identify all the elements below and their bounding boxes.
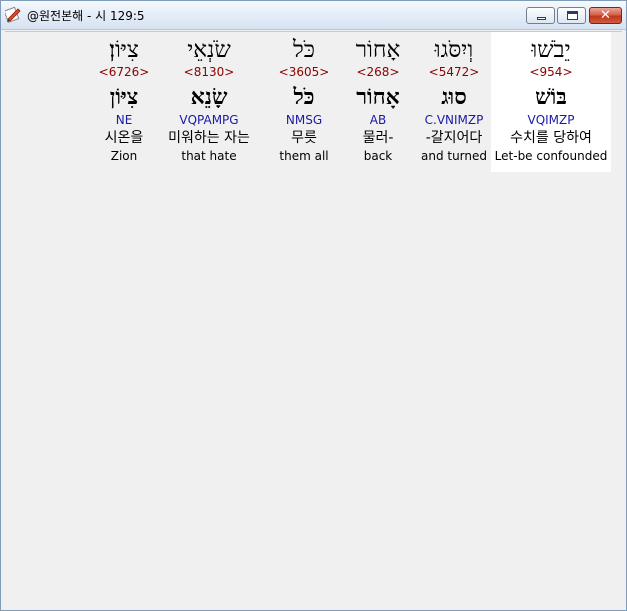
parsing-code: VQIMZP: [527, 113, 575, 127]
korean-gloss: 물러-: [362, 130, 394, 146]
close-icon: ✕: [600, 8, 611, 23]
hebrew-root: בּוֹשׁ: [535, 84, 567, 110]
window-title: @원전본해 - 시 129:5: [27, 9, 145, 23]
word-column[interactable]: שֹׂנְאֵי <8130> שָׂנֵא VQPAMPG 미워하는 자는 t…: [159, 32, 259, 172]
parsing-code: NE: [115, 113, 133, 127]
word-column[interactable]: וְיִסֹּגוּ <5472> סוּג C.VNIMZP -갈지어다 an…: [413, 32, 495, 172]
english-gloss: that hate: [181, 149, 237, 163]
hebrew-word: צִיּוֹן׃: [109, 37, 139, 63]
strong-number[interactable]: <268>: [343, 65, 413, 79]
maximize-button[interactable]: [557, 7, 586, 24]
maximize-icon: [567, 11, 578, 20]
hebrew-word: שֹׂנְאֵי: [187, 37, 231, 63]
english-gloss: and turned: [420, 149, 488, 163]
word-column[interactable]: אָחוֹר <268> אָחוֹר AB 물러- back: [343, 32, 413, 172]
hebrew-word: אָחוֹר: [355, 37, 401, 63]
title-bar[interactable]: @원전본해 - 시 129:5 ✕: [1, 1, 626, 30]
korean-gloss: -갈지어다: [425, 130, 483, 146]
hebrew-root: כֹּל: [293, 84, 315, 110]
word-column[interactable]: כֹּל <3605> כֹּל NMSG 무릇 them all: [269, 32, 339, 172]
korean-gloss: 수치를 당하여: [510, 130, 592, 146]
hebrew-root: צִיּוֹן: [109, 84, 139, 110]
korean-gloss: 시온을: [104, 130, 144, 146]
minimize-button[interactable]: [526, 7, 555, 24]
hebrew-word: כֹּל: [292, 37, 315, 63]
minimize-icon: [537, 17, 546, 20]
interlinear-view: צִיּוֹן׃ <6726> צִיּוֹן NE 시온을 Zion שֹׂנ…: [5, 31, 622, 607]
word-column-selected[interactable]: יֵבֹשׁוּ <954> בּוֹשׁ VQIMZP 수치를 당하여 Let…: [491, 32, 611, 172]
hebrew-word: וְיִסֹּגוּ: [434, 37, 474, 63]
close-button[interactable]: ✕: [589, 7, 622, 24]
english-gloss: Zion: [110, 149, 138, 163]
english-gloss: them all: [279, 149, 329, 163]
app-icon: [5, 6, 21, 23]
strong-number[interactable]: <954>: [491, 65, 611, 79]
hebrew-root: סוּג: [441, 84, 467, 110]
strong-number[interactable]: <8130>: [159, 65, 259, 79]
korean-gloss: 무릇: [291, 130, 317, 146]
strong-number[interactable]: <6726>: [89, 65, 159, 79]
hebrew-root: אָחוֹר: [356, 84, 400, 110]
korean-gloss: 미워하는 자는: [168, 130, 250, 146]
hebrew-root: שָׂנֵא: [190, 84, 228, 110]
strong-number[interactable]: <3605>: [269, 65, 339, 79]
word-column[interactable]: צִיּוֹן׃ <6726> צִיּוֹן NE 시온을 Zion: [89, 32, 159, 172]
strong-number[interactable]: <5472>: [413, 65, 495, 79]
english-gloss: Let-be confounded: [494, 149, 608, 163]
parsing-code: VQPAMPG: [179, 113, 239, 127]
parsing-code: C.VNIMZP: [424, 113, 484, 127]
english-gloss: back: [363, 149, 393, 163]
app-window: @원전본해 - 시 129:5 ✕ צִיּוֹן׃ <6726> צִיּוֹ…: [0, 0, 627, 611]
hebrew-word: יֵבֹשׁוּ: [531, 37, 571, 63]
parsing-code: NMSG: [285, 113, 323, 127]
parsing-code: AB: [369, 113, 387, 127]
